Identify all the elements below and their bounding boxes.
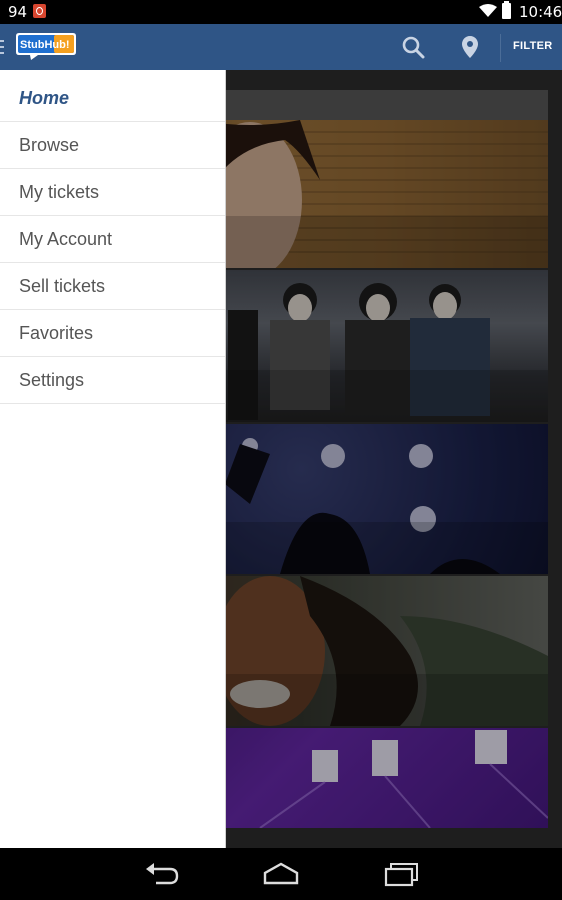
svg-text:StubHub!: StubHub! <box>20 39 69 51</box>
drawer-item-my-account[interactable]: My Account <box>0 216 225 263</box>
drawer-item-home[interactable]: Home <box>0 70 225 122</box>
system-nav-bar <box>0 848 562 900</box>
app-bar: StubHub! FILTER <box>0 24 562 70</box>
drawer-item-sell-tickets[interactable]: Sell tickets <box>0 263 225 310</box>
notification-icon <box>33 4 46 18</box>
recent-apps-icon[interactable] <box>384 861 420 887</box>
navigation-drawer: Home Browse My tickets My Account Sell t… <box>0 70 226 848</box>
menu-icon[interactable] <box>0 40 4 54</box>
notification-count: 94 <box>8 3 28 21</box>
drawer-item-favorites[interactable]: Favorites <box>0 310 225 357</box>
battery-icon <box>502 1 511 19</box>
status-bar: 94 10:46 <box>0 0 562 24</box>
home-icon[interactable] <box>263 861 299 887</box>
filter-button[interactable]: FILTER <box>513 40 552 52</box>
clock: 10:46 <box>519 3 562 21</box>
search-icon[interactable] <box>401 35 425 59</box>
toolbar-divider <box>500 34 501 62</box>
drawer-item-browse[interactable]: Browse <box>0 122 225 169</box>
wifi-icon <box>479 4 497 17</box>
back-icon[interactable] <box>144 861 180 887</box>
drawer-item-settings[interactable]: Settings <box>0 357 225 404</box>
stubhub-logo[interactable]: StubHub! <box>14 32 78 60</box>
drawer-item-my-tickets[interactable]: My tickets <box>0 169 225 216</box>
location-pin-icon[interactable] <box>461 35 479 59</box>
